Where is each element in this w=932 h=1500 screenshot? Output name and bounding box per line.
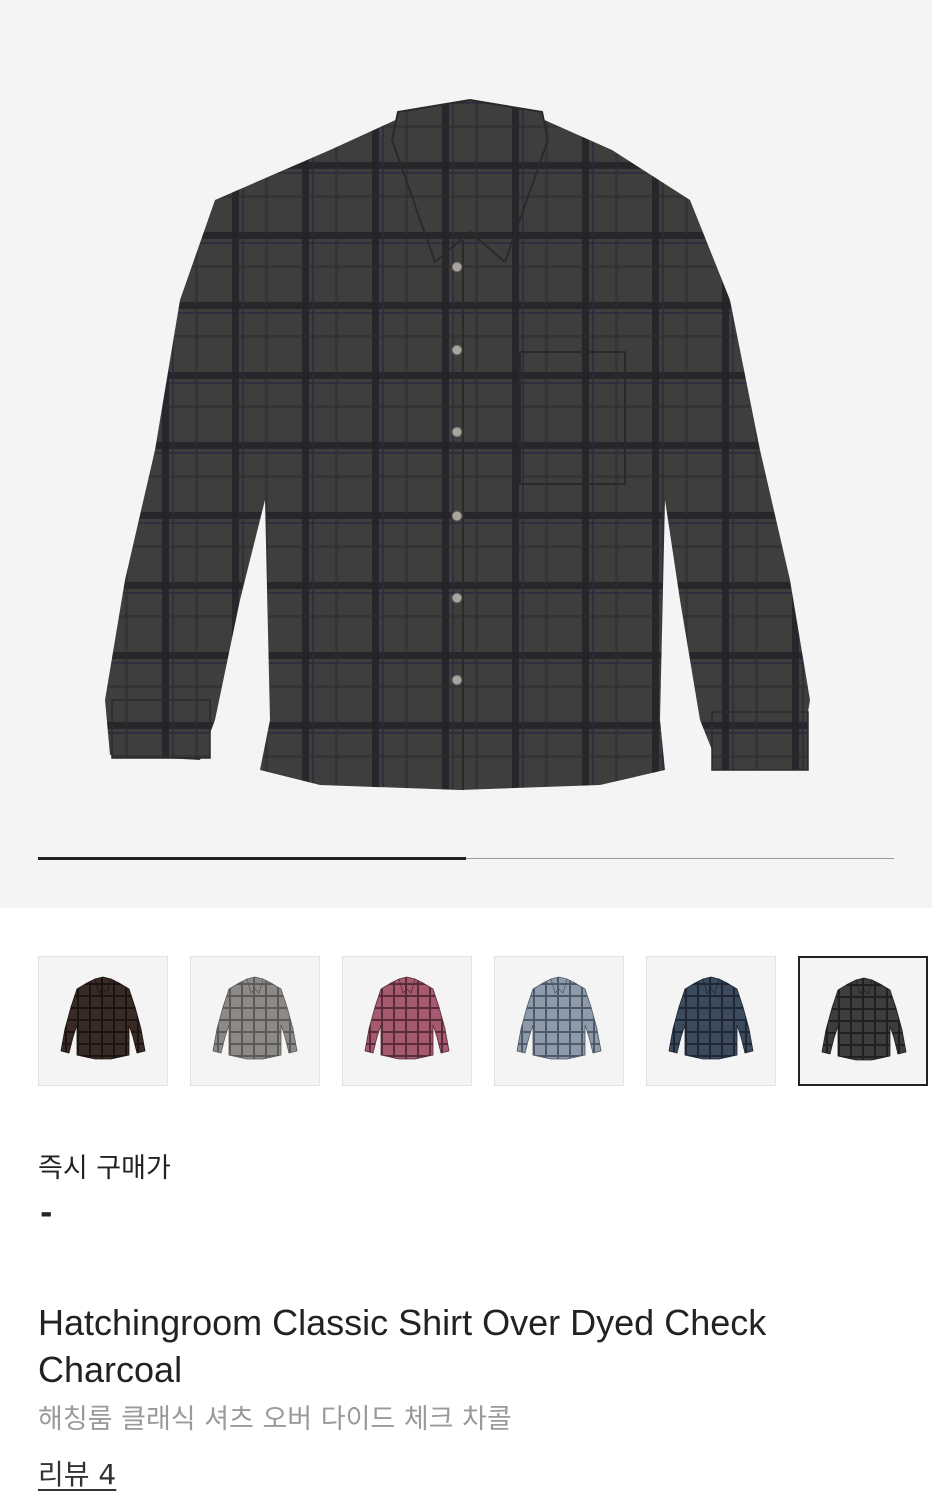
product-title: Hatchingroom Classic Shirt Over Dyed Che… (38, 1302, 767, 1390)
swatch-grey[interactable] (190, 956, 320, 1086)
progress-fill (38, 857, 466, 860)
instant-price-value: - (40, 1196, 53, 1231)
swatch-charcoal[interactable] (798, 956, 928, 1086)
shirt-thumbnail (821, 977, 907, 1061)
product-image-area[interactable] (0, 0, 932, 908)
shirt-thumbnail (60, 976, 146, 1060)
review-link[interactable]: 리뷰 4 (38, 1453, 116, 1493)
color-swatches (38, 956, 930, 1088)
product-image (105, 98, 810, 790)
shirt-thumbnail (364, 976, 450, 1060)
swatch-light-blue[interactable] (494, 956, 624, 1086)
slide-progress (38, 857, 894, 860)
shirt-thumbnail (516, 976, 602, 1060)
swatch-brown[interactable] (38, 956, 168, 1086)
swatch-navy[interactable] (646, 956, 776, 1086)
instant-price-label: 즉시 구매가 (38, 1153, 171, 1184)
product-title-korean: 해칭룸 클래식 셔츠 오버 다이드 체크 차콜 (38, 1404, 512, 1435)
shirt-thumbnail (212, 976, 298, 1060)
swatch-pink[interactable] (342, 956, 472, 1086)
shirt-thumbnail (668, 976, 754, 1060)
